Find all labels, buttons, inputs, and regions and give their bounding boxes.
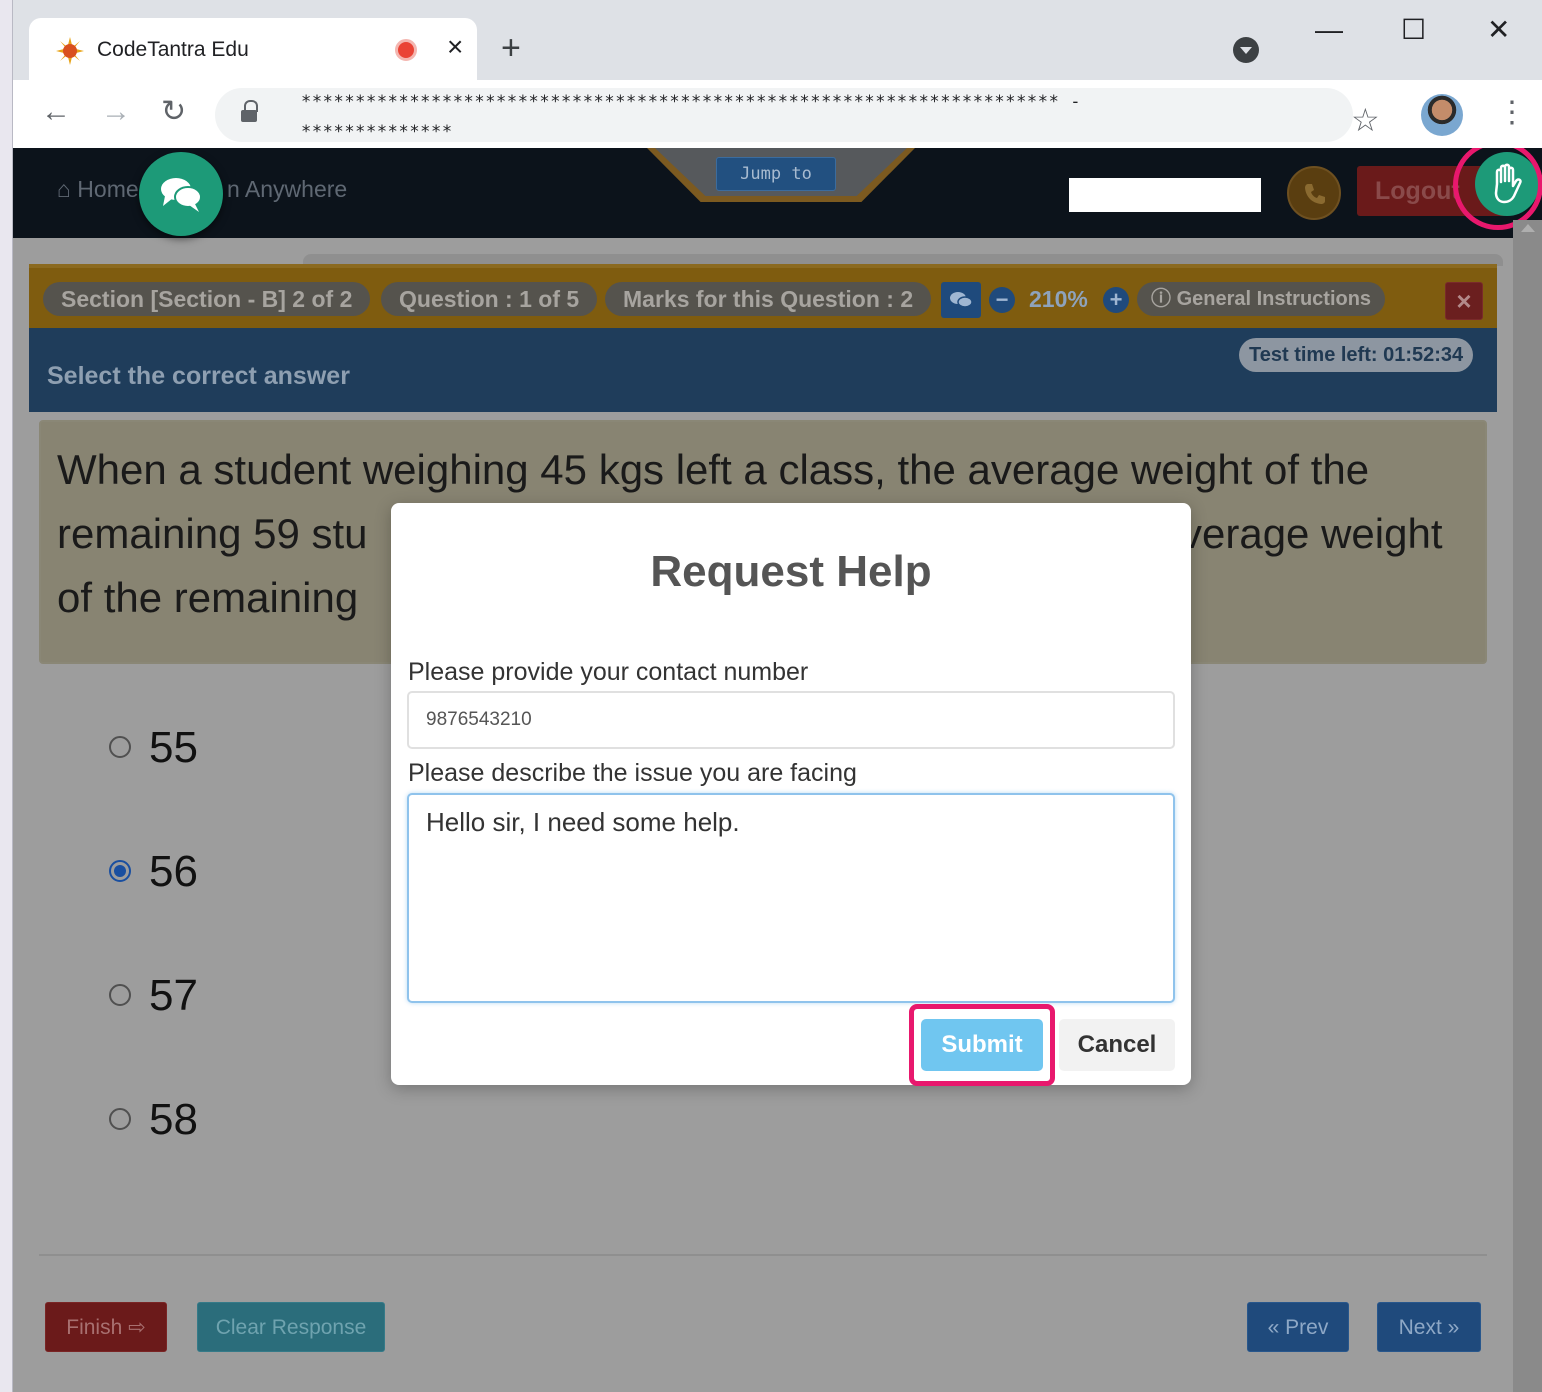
browser-toolbar: ← → ↻ **********************************… <box>13 80 1542 148</box>
nav-home-link[interactable]: ⌂ Home <box>57 176 139 203</box>
option-label: 56 <box>149 847 198 896</box>
option-radio-selected[interactable] <box>109 860 131 882</box>
call-button[interactable] <box>1287 166 1341 220</box>
zoom-level: 210% <box>1029 286 1088 312</box>
test-time-left: Test time left: 01:52:34 <box>1239 338 1474 372</box>
redacted-username <box>1069 178 1261 212</box>
minimize-button[interactable]: — <box>1315 10 1343 50</box>
top-navbar: ⌂ Home n Anywhere Jump to Logout <box>13 148 1542 238</box>
tab-strip: CodeTantra Edu × + — ☐ ✕ <box>13 0 1542 82</box>
general-instructions-button[interactable]: ⓘ General Instructions <box>1137 282 1386 316</box>
url-text-line2: ************** <box>301 122 453 142</box>
question-line-3-left: of the remaining <box>57 574 359 621</box>
comments-icon <box>950 292 973 308</box>
tab-close-button[interactable]: × <box>447 32 463 62</box>
next-button[interactable]: Next » <box>1377 1302 1481 1352</box>
recording-indicator-icon <box>395 39 417 61</box>
contact-number-input[interactable] <box>407 691 1175 749</box>
sign-out-icon: ⇨ <box>128 1316 146 1339</box>
contact-label: Please provide your contact number <box>408 658 809 686</box>
comments-button[interactable] <box>941 282 981 318</box>
lock-icon <box>241 100 258 124</box>
forward-button[interactable]: → <box>101 92 131 132</box>
jump-to-button[interactable]: Jump to <box>716 157 836 191</box>
option-radio[interactable] <box>109 736 131 758</box>
prev-button[interactable]: « Prev <box>1247 1302 1349 1352</box>
question-header: Select the correct answer Test time left… <box>29 328 1497 412</box>
exam-info-bar: Section [Section - B] 2 of 2 Question : … <box>29 264 1497 328</box>
question-prompt: Select the correct answer <box>47 362 350 390</box>
nav-anywhere-link[interactable]: n Anywhere <box>227 176 347 203</box>
clear-response-button[interactable]: Clear Response <box>197 1302 385 1352</box>
question-line-1: When a student weighing 45 kgs left a cl… <box>57 446 1370 493</box>
chat-icon <box>161 178 202 212</box>
nav-home-label: Home <box>77 176 139 202</box>
modal-title: Request Help <box>650 547 932 596</box>
cancel-button[interactable]: Cancel <box>1059 1019 1175 1071</box>
chat-fab-button[interactable] <box>139 152 223 236</box>
zoom-in-button[interactable]: + <box>1103 287 1129 313</box>
tab-search-icon[interactable] <box>1233 37 1259 63</box>
zoom-out-button[interactable]: − <box>989 287 1015 313</box>
option-label: 57 <box>149 971 198 1020</box>
raise-hand-highlight <box>1453 148 1542 230</box>
codetantra-logo-icon <box>56 37 84 65</box>
option-radio[interactable] <box>109 984 131 1006</box>
general-instructions-label: General Instructions <box>1176 288 1372 310</box>
phone-icon <box>1305 184 1325 204</box>
url-text-line1: ****************************************… <box>301 92 1082 112</box>
issue-label: Please describe the issue you are facing <box>408 759 857 787</box>
address-bar[interactable]: ****************************************… <box>215 88 1380 142</box>
question-line-2-left: remaining 59 stu <box>57 510 368 557</box>
option-label: 55 <box>149 723 198 772</box>
marks-badge: Marks for this Question : 2 <box>605 282 932 316</box>
option-label: 58 <box>149 1095 198 1144</box>
browser-window: CodeTantra Edu × + — ☐ ✕ ← → ↻ *********… <box>12 0 1542 1392</box>
finish-label: Finish <box>66 1316 123 1339</box>
browser-menu-button[interactable]: ⋮ <box>1497 90 1527 136</box>
new-tab-button[interactable]: + <box>501 30 521 66</box>
close-panel-button[interactable]: × <box>1445 282 1483 320</box>
page-scrollbar[interactable] <box>1513 220 1542 1392</box>
scroll-up-arrow-icon[interactable] <box>1521 224 1535 232</box>
close-window-button[interactable]: ✕ <box>1487 10 1510 50</box>
question-line-2-right: verage weight <box>1181 510 1443 557</box>
option-radio[interactable] <box>109 1108 131 1130</box>
request-help-modal: Request Help Please provide your contact… <box>391 503 1191 1086</box>
question-counter-badge: Question : 1 of 5 <box>381 282 598 316</box>
section-badge: Section [Section - B] 2 of 2 <box>43 282 371 316</box>
finish-button[interactable]: Finish ⇨ <box>45 1302 167 1352</box>
maximize-button[interactable]: ☐ <box>1401 10 1426 50</box>
profile-avatar[interactable] <box>1421 94 1463 136</box>
bookmark-star-icon[interactable]: ☆ <box>1351 100 1380 140</box>
reload-button[interactable]: ↻ <box>161 92 186 132</box>
issue-textarea[interactable]: Hello sir, I need some help. <box>407 793 1175 1003</box>
browser-tab[interactable]: CodeTantra Edu × <box>29 18 477 82</box>
submit-highlight <box>909 1004 1055 1086</box>
back-button[interactable]: ← <box>41 92 71 132</box>
tab-title: CodeTantra Edu <box>97 38 249 61</box>
footer-divider <box>39 1254 1487 1256</box>
